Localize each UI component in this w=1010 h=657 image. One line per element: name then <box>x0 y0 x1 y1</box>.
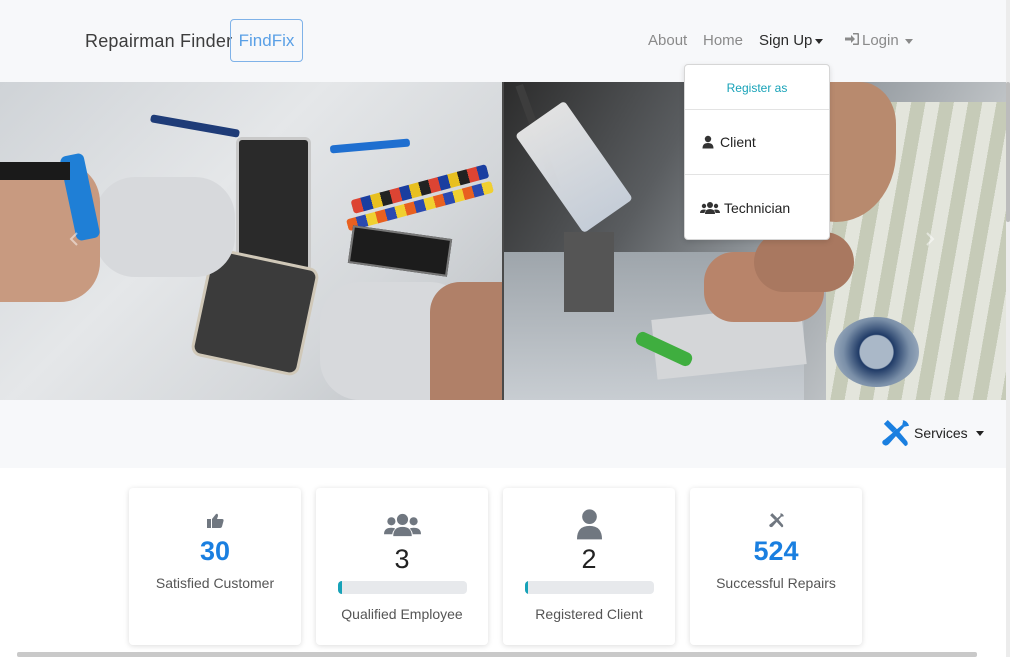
services-bar: Services <box>0 400 1010 468</box>
signup-label: Sign Up <box>759 32 813 49</box>
dropdown-item-label: Technician <box>724 199 791 216</box>
caret-down-icon <box>904 38 913 44</box>
stat-label: Successful Repairs <box>716 575 836 591</box>
sign-in-icon <box>845 33 859 45</box>
users-icon <box>383 513 421 537</box>
user-icon <box>702 135 714 149</box>
user-icon <box>576 509 602 540</box>
stat-label: Satisfied Customer <box>155 575 275 591</box>
stat-card-satisfied-customer: 30 Satisfied Customer <box>129 488 301 645</box>
stat-card-registered-client: 2 Registered Client <box>503 488 675 645</box>
progress-bar <box>338 581 467 594</box>
progress-fill <box>338 581 342 594</box>
dropdown-header: Register as <box>685 65 829 110</box>
carousel-prev-icon[interactable] <box>69 232 79 246</box>
login-label: Login <box>862 32 899 49</box>
nav-link-about[interactable]: About <box>648 32 687 49</box>
scrollbar-thumb[interactable] <box>1006 82 1010 222</box>
tools-icon <box>768 513 784 528</box>
stat-value: 3 <box>394 544 410 574</box>
brand-name[interactable]: Repairman Finder <box>85 31 232 52</box>
stat-value: 2 <box>581 544 597 574</box>
nav-link-login[interactable]: Login <box>844 32 913 49</box>
stat-label: Qualified Employee <box>341 606 463 622</box>
caret-down-icon <box>815 38 824 44</box>
brand-badge[interactable]: FindFix <box>230 19 303 62</box>
progress-fill <box>525 581 528 594</box>
tools-icon <box>882 419 910 446</box>
progress-bar <box>525 581 654 594</box>
page: Repairman Finder FindFix About Home Sign… <box>0 0 1010 657</box>
nav-link-signup[interactable]: Sign Up <box>759 32 824 49</box>
services-label: Services <box>914 425 968 441</box>
horizontal-scrollbar[interactable] <box>17 652 977 657</box>
stat-value: 524 <box>753 536 799 566</box>
dropdown-item-technician[interactable]: Technician <box>685 175 829 240</box>
stat-label: Registered Client <box>535 606 643 622</box>
stat-value: 30 <box>199 536 231 566</box>
stat-card-qualified-employee: 3 Qualified Employee <box>316 488 488 645</box>
nav-link-home[interactable]: Home <box>703 32 743 49</box>
users-icon <box>700 201 720 214</box>
hero-carousel <box>0 82 1006 400</box>
stat-card-successful-repairs: 524 Successful Repairs <box>690 488 862 645</box>
signup-dropdown-menu: Register as Client Technician <box>684 64 830 240</box>
thumbs-up-icon <box>206 513 224 528</box>
services-dropdown-button[interactable]: Services <box>880 417 984 449</box>
caret-down-icon <box>975 430 984 436</box>
dropdown-item-client[interactable]: Client <box>685 110 829 175</box>
carousel-next-icon[interactable] <box>925 232 935 246</box>
vertical-scrollbar[interactable] <box>1006 0 1010 657</box>
navbar: Repairman Finder FindFix About Home Sign… <box>0 0 1010 82</box>
dropdown-item-label: Client <box>720 134 756 150</box>
